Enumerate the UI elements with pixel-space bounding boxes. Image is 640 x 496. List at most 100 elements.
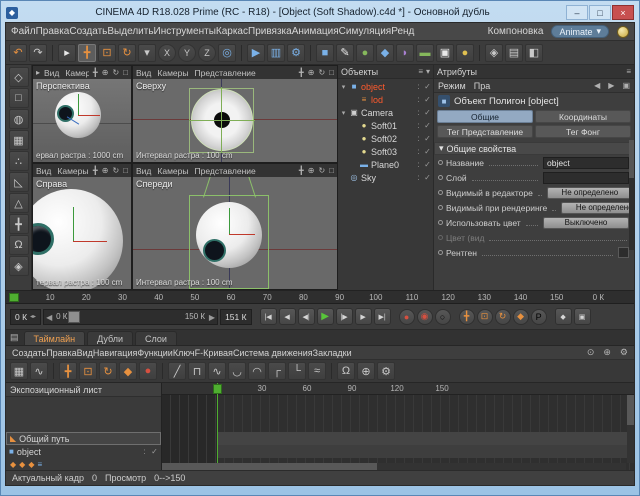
- enabled-check-icon[interactable]: ✓: [424, 121, 431, 130]
- menu-item[interactable]: Симуляция: [339, 26, 392, 37]
- power-slider[interactable]: ◀ 0 К 150 К ▶: [43, 309, 218, 325]
- record-icon[interactable]: ●: [139, 362, 157, 380]
- interpolation-break-icon[interactable]: └: [288, 362, 306, 380]
- orbit-icon[interactable]: ↻: [112, 68, 119, 77]
- menu-item[interactable]: Анимация: [292, 26, 339, 37]
- interpolation-ease-out-icon[interactable]: ◠: [248, 362, 266, 380]
- viewport-menu-cameras[interactable]: Камеры: [65, 68, 89, 78]
- workplane-mode-icon[interactable]: ▦: [9, 130, 29, 150]
- interpolation-spline-icon[interactable]: ∿: [208, 362, 226, 380]
- section-basic-properties[interactable]: ▾ Общие свойства: [434, 142, 634, 155]
- timeline-menu-item[interactable]: Функции: [137, 348, 172, 358]
- history-back-icon[interactable]: ◀: [594, 81, 600, 90]
- key-rotate-icon[interactable]: ↻: [99, 362, 117, 380]
- minimize-button[interactable]: –: [566, 5, 588, 20]
- interpolation-step-icon[interactable]: ⊓: [188, 362, 206, 380]
- menu-item[interactable]: Создать: [69, 26, 107, 37]
- visibility-dots-icon[interactable]: :: [415, 134, 422, 143]
- previous-frame-button[interactable]: ◀|: [298, 308, 315, 325]
- viewport-menu-cameras[interactable]: Камеры: [157, 68, 188, 78]
- primitive-cube-icon[interactable]: ■: [316, 44, 334, 62]
- axis-x-gizmo[interactable]: [78, 115, 100, 116]
- maximize-viewport-icon[interactable]: □: [329, 166, 334, 175]
- interpolation-linear-icon[interactable]: ╱: [168, 362, 186, 380]
- solo-animation-button[interactable]: ▣: [574, 308, 591, 325]
- edit-menu[interactable]: Пра: [474, 81, 490, 91]
- anim-dot-icon[interactable]: [438, 250, 443, 255]
- zoom-icon[interactable]: ⊕: [102, 166, 109, 175]
- key-move-icon[interactable]: ╋: [59, 362, 77, 380]
- timeline-menu-item[interactable]: Навигация: [93, 348, 137, 358]
- frame-ruler[interactable]: 102030405060708090100110120130140150 0 К: [6, 291, 634, 304]
- play-button[interactable]: ▶: [317, 308, 334, 325]
- keyframe-selection-button[interactable]: ○: [435, 309, 451, 325]
- axis-x-gizmo[interactable]: [189, 120, 255, 121]
- menu-item[interactable]: Каркас: [216, 26, 248, 37]
- slider-right-arrow-icon[interactable]: ▶: [209, 313, 215, 322]
- zoom-icon[interactable]: ⊕: [308, 68, 315, 77]
- key-add-icon[interactable]: ◆: [119, 362, 137, 380]
- anim-dot-icon[interactable]: [438, 190, 443, 195]
- horizontal-scrollbar[interactable]: [162, 463, 626, 470]
- enable-axis-icon[interactable]: ╋: [9, 214, 29, 234]
- enabled-check-icon[interactable]: ✓: [424, 82, 431, 91]
- scale-track-icon[interactable]: ◆: [19, 460, 25, 469]
- options-icon[interactable]: ◧: [525, 44, 543, 62]
- next-key-button[interactable]: ▶: [355, 308, 372, 325]
- move-tool-icon[interactable]: ╋: [78, 44, 96, 62]
- texture-mode-icon[interactable]: ◍: [9, 109, 29, 129]
- interpolation-ease-in-icon[interactable]: ◡: [228, 362, 246, 380]
- subdivision-surface-icon[interactable]: ●: [356, 44, 374, 62]
- dope-sheet-grid[interactable]: 0 30 60 90 120 150: [162, 383, 634, 470]
- fcurve-mode-icon[interactable]: ∿: [30, 362, 48, 380]
- edges-mode-icon[interactable]: ◺: [9, 172, 29, 192]
- zoom-icon[interactable]: ⊕: [603, 347, 611, 358]
- rotate-tool-icon[interactable]: ↻: [118, 44, 136, 62]
- go-start-button[interactable]: |◀: [260, 308, 277, 325]
- menu-item[interactable]: Выделить: [107, 26, 153, 37]
- visibility-dots-icon[interactable]: :: [415, 82, 422, 91]
- layout-switcher[interactable]: Animate ▾: [551, 25, 609, 38]
- visibility-dots-icon[interactable]: :: [415, 95, 422, 104]
- current-frame-field[interactable]: 0 К ◂▸: [10, 309, 41, 325]
- key-scale-toggle[interactable]: ⊡: [477, 309, 493, 325]
- last-tool-dropdown-icon[interactable]: ▾: [138, 44, 156, 62]
- history-forward-icon[interactable]: ▶: [608, 81, 614, 90]
- coordinate-system-icon[interactable]: ◎: [218, 44, 236, 62]
- viewport-menu-view[interactable]: Вид: [44, 68, 59, 78]
- z-axis-lock-button[interactable]: Z: [198, 44, 216, 62]
- enabled-check-icon[interactable]: ✓: [424, 134, 431, 143]
- live-selection-icon[interactable]: ▸: [58, 44, 76, 62]
- interpolation-oscillate-icon[interactable]: ≈: [308, 362, 326, 380]
- spline-pen-icon[interactable]: ✎: [336, 44, 354, 62]
- slider-left-arrow-icon[interactable]: ◀: [46, 313, 52, 322]
- orbit-icon[interactable]: ↻: [112, 166, 119, 175]
- render-settings-icon[interactable]: ⚙: [287, 44, 305, 62]
- pan-icon[interactable]: ╋: [93, 68, 98, 77]
- x-axis-lock-button[interactable]: X: [158, 44, 176, 62]
- max-frame-field[interactable]: 151 К: [220, 309, 252, 325]
- maximize-viewport-icon[interactable]: □: [123, 68, 128, 77]
- track-common-path[interactable]: ◣ Общий путь: [6, 432, 161, 445]
- zoom-icon[interactable]: ⊕: [102, 68, 109, 77]
- viewport-menu-view[interactable]: Вид: [136, 166, 151, 176]
- axis-y-gizmo[interactable]: [78, 94, 79, 115]
- viewport-menu-display[interactable]: Представление: [194, 68, 255, 78]
- parameter-track-icon[interactable]: ≡: [37, 460, 42, 469]
- dope-ruler[interactable]: 0 30 60 90 120 150: [162, 383, 634, 395]
- lock-icon[interactable]: ▣: [622, 81, 630, 90]
- frame-all-icon[interactable]: ⊙: [587, 347, 595, 358]
- viewport-menu-cameras[interactable]: Камеры: [157, 166, 188, 176]
- slider-thumb[interactable]: [68, 311, 80, 323]
- tree-item-soft03[interactable]: ● Soft03 : ✓: [338, 145, 433, 158]
- tab-coordinates[interactable]: Координаты: [535, 110, 631, 123]
- key-parameter-toggle[interactable]: ◆: [513, 309, 529, 325]
- model-mode-icon[interactable]: □: [9, 88, 29, 108]
- render-view-icon[interactable]: ▶: [247, 44, 265, 62]
- viewport-menu-icon[interactable]: ▸: [36, 68, 40, 77]
- visibility-dots-icon[interactable]: :: [141, 447, 148, 456]
- key-rotation-toggle[interactable]: ↻: [495, 309, 511, 325]
- viewport-front[interactable]: Спереди Интервал растра : 100 cm: [133, 177, 337, 289]
- close-button[interactable]: ×: [612, 5, 634, 20]
- display-filter-icon[interactable]: ◈: [485, 44, 503, 62]
